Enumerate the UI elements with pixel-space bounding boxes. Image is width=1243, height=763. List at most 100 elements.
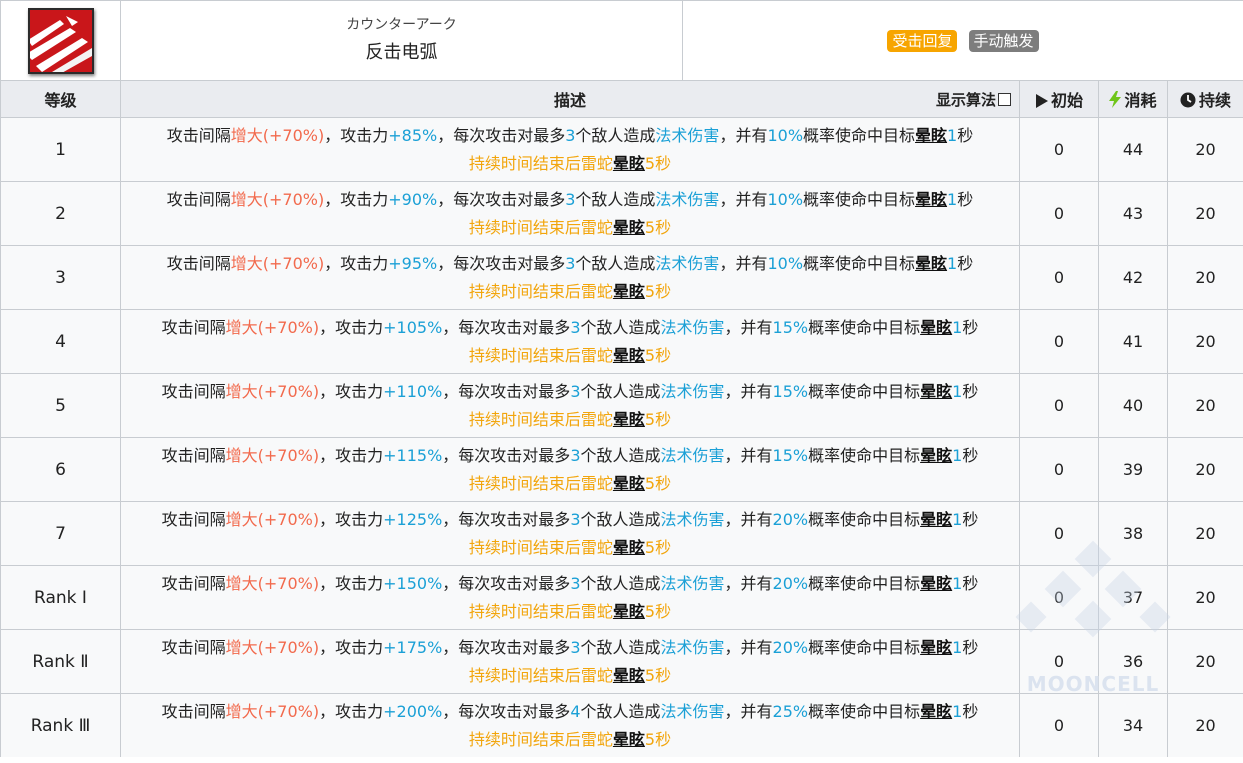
atk-value: +90% <box>388 189 438 209</box>
stun-term[interactable]: 晕眩 <box>920 702 952 721</box>
after-stun-seconds: 5 <box>644 217 656 237</box>
desc-text: 攻击间隔 <box>161 701 226 721</box>
skill-name-jp: カウンターアーク <box>346 16 457 33</box>
col-duration-label: 持续 <box>1198 90 1231 110</box>
description-cell: 攻击间隔增大(+70%)，攻击力+125%，每次攻击对最多3个敌人造成法术伤害，… <box>120 501 1020 566</box>
play-icon <box>1035 93 1048 112</box>
watermark-text: MOONCELL <box>1026 672 1160 696</box>
cost-cell: 38 <box>1098 501 1168 566</box>
description-line-1: 攻击间隔增大(+70%)，攻击力+95%，每次攻击对最多3个敌人造成法术伤害，并… <box>121 250 1019 278</box>
initial-cell: 0 <box>1019 181 1099 246</box>
stun-term[interactable]: 晕眩 <box>613 218 645 237</box>
desc-text: ，攻击力 <box>319 509 384 529</box>
stun-term[interactable]: 晕眩 <box>613 474 645 493</box>
desc-text: 秒 <box>957 189 974 209</box>
stun-term[interactable]: 晕眩 <box>613 410 645 429</box>
cost-cell: 37 <box>1098 565 1168 630</box>
desc-text: ，攻击力 <box>324 125 389 145</box>
initial-cell: 0 <box>1019 309 1099 374</box>
duration-cell: 20 <box>1167 117 1243 182</box>
stun-term[interactable]: 晕眩 <box>920 382 952 401</box>
stun-term[interactable]: 晕眩 <box>920 510 952 529</box>
tag-trigger-type: 手动触发 <box>968 29 1039 52</box>
desc-text: 攻击间隔 <box>166 125 231 145</box>
desc-text: 秒 <box>655 409 672 429</box>
interval-value: 增大(+70%) <box>225 637 320 657</box>
description-line-2: 持续时间结束后雷蛇晕眩5秒 <box>121 278 1019 306</box>
atk-value: +115% <box>383 445 443 465</box>
interval-value: 增大(+70%) <box>225 701 320 721</box>
targets-value: 3 <box>570 317 581 337</box>
col-duration: 持续 <box>1167 80 1243 118</box>
initial-cell: 0 <box>1019 245 1099 310</box>
stun-seconds: 1 <box>952 637 963 657</box>
stun-term[interactable]: 晕眩 <box>920 318 952 337</box>
desc-text: 个敌人造成 <box>580 637 661 657</box>
chance-value: 15% <box>772 445 809 465</box>
stun-term[interactable]: 晕眩 <box>613 730 645 749</box>
stun-seconds: 1 <box>952 381 963 401</box>
desc-text: 秒 <box>957 125 974 145</box>
desc-text: 秒 <box>962 317 979 337</box>
stun-term[interactable]: 晕眩 <box>920 638 952 657</box>
stun-term[interactable]: 晕眩 <box>915 190 947 209</box>
stun-term[interactable]: 晕眩 <box>920 446 952 465</box>
description-line-1: 攻击间隔增大(+70%)，攻击力+115%，每次攻击对最多3个敌人造成法术伤害，… <box>121 442 1019 470</box>
description-line-1: 攻击间隔增大(+70%)，攻击力+85%，每次攻击对最多3个敌人造成法术伤害，并… <box>121 122 1019 150</box>
description-cell: 攻击间隔增大(+70%)，攻击力+175%，每次攻击对最多3个敌人造成法术伤害，… <box>120 629 1020 694</box>
desc-text: 秒 <box>655 345 672 365</box>
desc-text: ，攻击力 <box>319 573 384 593</box>
desc-text: 秒 <box>655 281 672 301</box>
show-formula-checkbox[interactable] <box>998 93 1011 106</box>
after-effect-text: 持续时间结束后雷蛇 <box>468 537 613 557</box>
cost-cell: 42 <box>1098 245 1168 310</box>
targets-value: 3 <box>570 381 581 401</box>
chance-value: 15% <box>772 381 809 401</box>
damage-type: 法术伤害 <box>660 381 725 401</box>
desc-text: 概率使命中目标 <box>808 701 921 721</box>
col-initial-label: 初始 <box>1050 90 1083 110</box>
desc-text: 概率使命中目标 <box>808 381 921 401</box>
after-effect-text: 持续时间结束后雷蛇 <box>468 665 613 685</box>
table-row: 1 攻击间隔增大(+70%)，攻击力+85%，每次攻击对最多3个敌人造成法术伤害，… <box>0 117 1243 182</box>
clock-icon <box>1180 92 1196 112</box>
stun-term[interactable]: 晕眩 <box>613 538 645 557</box>
skill-tags-cell: 受击回复 手动触发 <box>682 0 1243 81</box>
duration-cell: 20 <box>1167 309 1243 374</box>
desc-text: ，并有 <box>724 637 773 657</box>
description-cell: 攻击间隔增大(+70%)，攻击力+105%，每次攻击对最多3个敌人造成法术伤害，… <box>120 309 1020 374</box>
stun-term[interactable]: 晕眩 <box>915 254 947 273</box>
description-cell: 攻击间隔增大(+70%)，攻击力+95%，每次攻击对最多3个敌人造成法术伤害，并… <box>120 245 1020 310</box>
initial-cell: 0 <box>1019 437 1099 502</box>
stun-term[interactable]: 晕眩 <box>613 154 645 173</box>
after-stun-seconds: 5 <box>644 281 656 301</box>
desc-text: ，每次攻击对最多 <box>442 381 571 401</box>
description-line-2: 持续时间结束后雷蛇晕眩5秒 <box>121 662 1019 690</box>
desc-text: ，并有 <box>724 381 773 401</box>
chance-value: 20% <box>772 509 809 529</box>
col-description-label: 描述 <box>553 91 586 110</box>
stun-term[interactable]: 晕眩 <box>613 666 645 685</box>
desc-text: ，攻击力 <box>319 701 384 721</box>
cost-cell: 34 <box>1098 693 1168 758</box>
column-header-row: 等级 描述 显示算法 初始 消耗 持续 <box>0 80 1243 118</box>
desc-text: 秒 <box>962 573 979 593</box>
description-line-2: 持续时间结束后雷蛇晕眩5秒 <box>121 342 1019 370</box>
initial-cell: 0 <box>1019 693 1099 758</box>
chance-value: 10% <box>767 253 804 273</box>
col-level: 等级 <box>0 80 121 118</box>
desc-text: 概率使命中目标 <box>808 509 921 529</box>
stun-term[interactable]: 晕眩 <box>915 126 947 145</box>
skill-header-row: カウンターアーク 反击电弧 受击回复 手动触发 <box>0 0 1243 81</box>
show-formula-toggle[interactable]: 显示算法 <box>936 89 1011 110</box>
desc-text: ，攻击力 <box>319 381 384 401</box>
targets-value: 3 <box>570 573 581 593</box>
stun-term[interactable]: 晕眩 <box>613 282 645 301</box>
stun-term[interactable]: 晕眩 <box>920 574 952 593</box>
after-stun-seconds: 5 <box>644 729 656 749</box>
stun-term[interactable]: 晕眩 <box>613 346 645 365</box>
desc-text: ，并有 <box>719 125 768 145</box>
stun-term[interactable]: 晕眩 <box>613 602 645 621</box>
interval-value: 增大(+70%) <box>230 253 325 273</box>
desc-text: ，攻击力 <box>319 317 384 337</box>
